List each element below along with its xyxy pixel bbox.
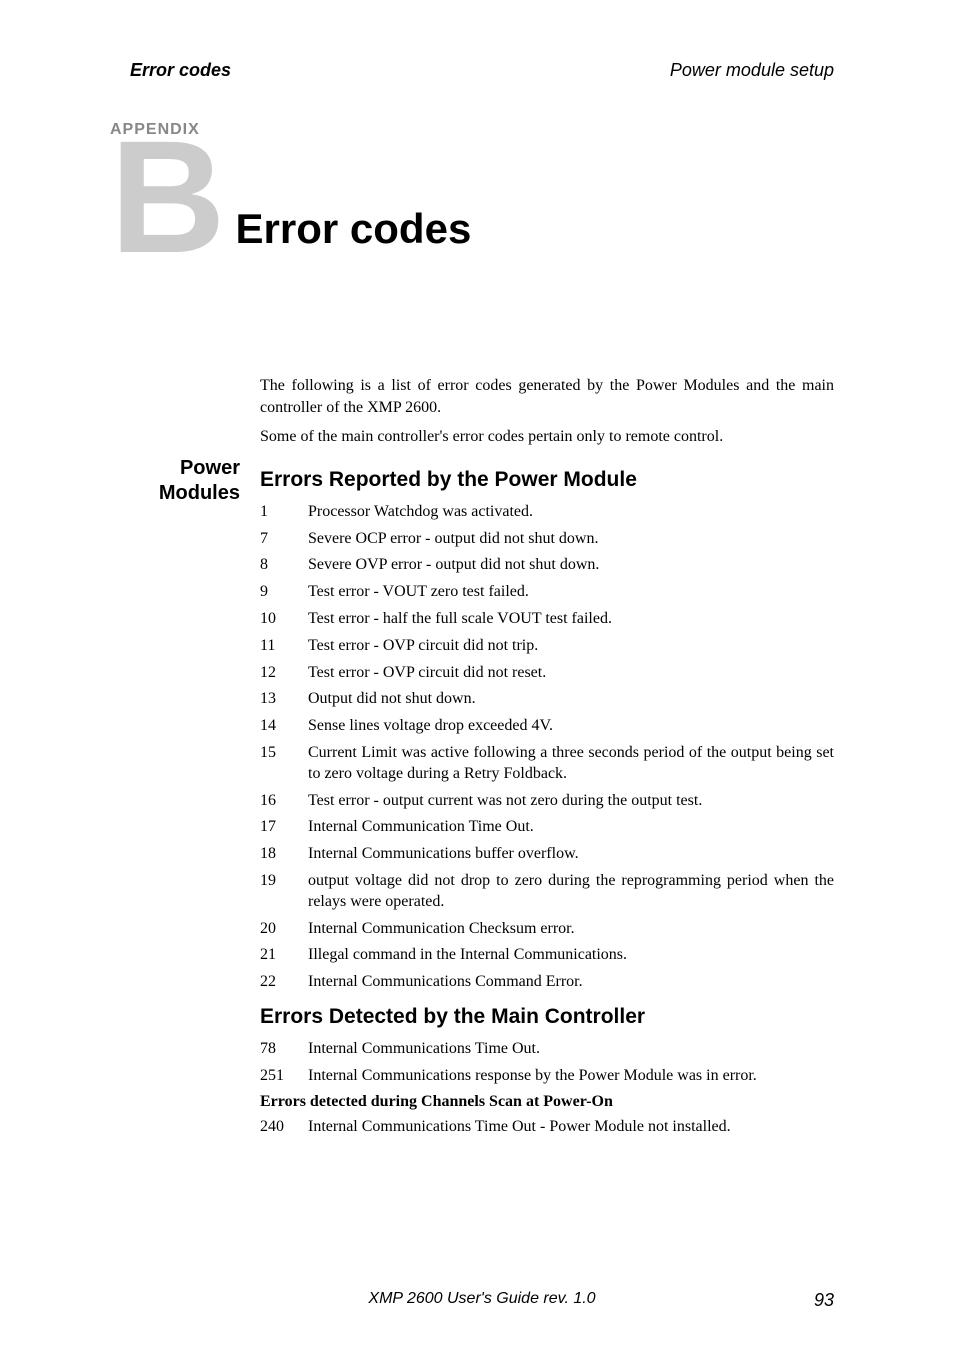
error-code: 78 [260,1039,308,1060]
error-code: 10 [260,609,308,630]
error-row: 11Test error - OVP circuit did not trip. [260,636,834,657]
error-description: Internal Communications Command Error. [308,972,834,993]
error-description: Internal Communications Time Out. [308,1039,834,1060]
section1-error-list: 1Processor Watchdog was activated.7Sever… [260,502,834,993]
error-code: 15 [260,743,308,764]
error-row: 16Test error - output current was not ze… [260,791,834,812]
error-row: 22Internal Communications Command Error. [260,972,834,993]
section2-error-list: 78Internal Communications Time Out.251In… [260,1039,834,1087]
error-row: 18Internal Communications buffer overflo… [260,844,834,865]
error-row: 251Internal Communications response by t… [260,1066,834,1087]
footer-center-text: XMP 2600 User's Guide rev. 1.0 [368,1290,595,1308]
error-description: Current Limit was active following a thr… [308,743,834,785]
main-content: The following is a list of error codes g… [260,375,834,456]
content-section-1: Power Modules Errors Reported by the Pow… [130,456,834,1144]
error-row: 21Illegal command in the Internal Commun… [260,945,834,966]
page-number: 93 [814,1290,834,1311]
intro-paragraph-2: Some of the main controller's error code… [260,426,834,448]
error-code: 9 [260,582,308,603]
error-description: Internal Communications Time Out - Power… [308,1117,834,1138]
error-description: Illegal command in the Internal Communic… [308,945,834,966]
error-code: 20 [260,919,308,940]
error-code: 1 [260,502,308,523]
error-row: 20Internal Communication Checksum error. [260,919,834,940]
section2-sub-error-list: 240Internal Communications Time Out - Po… [260,1117,834,1138]
error-row: 7Severe OCP error - output did not shut … [260,529,834,550]
error-description: Test error - OVP circuit did not reset. [308,663,834,684]
section1-content: Errors Reported by the Power Module 1Pro… [260,456,834,1144]
error-description: Severe OCP error - output did not shut d… [308,529,834,550]
header-right-text: Power module setup [670,60,834,81]
section2-heading: Errors Detected by the Main Controller [260,1005,834,1029]
error-row: 13Output did not shut down. [260,689,834,710]
error-code: 21 [260,945,308,966]
side-heading-container: Power Modules [130,456,260,1144]
error-description: Output did not shut down. [308,689,834,710]
error-code: 251 [260,1066,308,1087]
error-code: 12 [260,663,308,684]
error-row: 17Internal Communication Time Out. [260,817,834,838]
error-description: Sense lines voltage drop exceeded 4V. [308,716,834,737]
error-description: Processor Watchdog was activated. [308,502,834,523]
error-row: 9Test error - VOUT zero test failed. [260,582,834,603]
page-footer: XMP 2600 User's Guide rev. 1.0 93 [130,1290,834,1311]
page-header: Error codes Power module setup [130,60,834,81]
error-description: Test error - OVP circuit did not trip. [308,636,834,657]
appendix-letter: B [110,129,226,265]
error-code: 14 [260,716,308,737]
section2-subheading: Errors detected during Channels Scan at … [260,1093,834,1111]
error-code: 19 [260,871,308,892]
error-description: Severe OVP error - output did not shut d… [308,555,834,576]
error-row: 10Test error - half the full scale VOUT … [260,609,834,630]
header-left-text: Error codes [130,60,231,81]
error-code: 11 [260,636,308,657]
content-wrapper: The following is a list of error codes g… [130,375,834,456]
section1-heading: Errors Reported by the Power Module [260,468,834,492]
side-heading: Power Modules [130,456,240,506]
error-code: 22 [260,972,308,993]
error-description: Test error - output current was not zero… [308,791,834,812]
error-row: 78Internal Communications Time Out. [260,1039,834,1060]
error-code: 13 [260,689,308,710]
error-description: Internal Communication Time Out. [308,817,834,838]
error-description: Test error - VOUT zero test failed. [308,582,834,603]
error-code: 18 [260,844,308,865]
error-row: 8Severe OVP error - output did not shut … [260,555,834,576]
error-row: 15Current Limit was active following a t… [260,743,834,785]
error-code: 17 [260,817,308,838]
error-description: Test error - half the full scale VOUT te… [308,609,834,630]
error-row: 19output voltage did not drop to zero du… [260,871,834,913]
error-row: 12Test error - OVP circuit did not reset… [260,663,834,684]
error-code: 240 [260,1117,308,1138]
error-row: 1Processor Watchdog was activated. [260,502,834,523]
error-code: 7 [260,529,308,550]
chapter-title: Error codes [236,205,472,253]
error-code: 16 [260,791,308,812]
error-row: 240Internal Communications Time Out - Po… [260,1117,834,1138]
error-description: Internal Communication Checksum error. [308,919,834,940]
intro-paragraph-1: The following is a list of error codes g… [260,375,834,418]
chapter-title-row: B Error codes [130,129,834,265]
left-margin [130,375,260,456]
error-description: Internal Communications response by the … [308,1066,834,1087]
error-description: output voltage did not drop to zero duri… [308,871,834,913]
error-row: 14Sense lines voltage drop exceeded 4V. [260,716,834,737]
error-code: 8 [260,555,308,576]
error-description: Internal Communications buffer overflow. [308,844,834,865]
